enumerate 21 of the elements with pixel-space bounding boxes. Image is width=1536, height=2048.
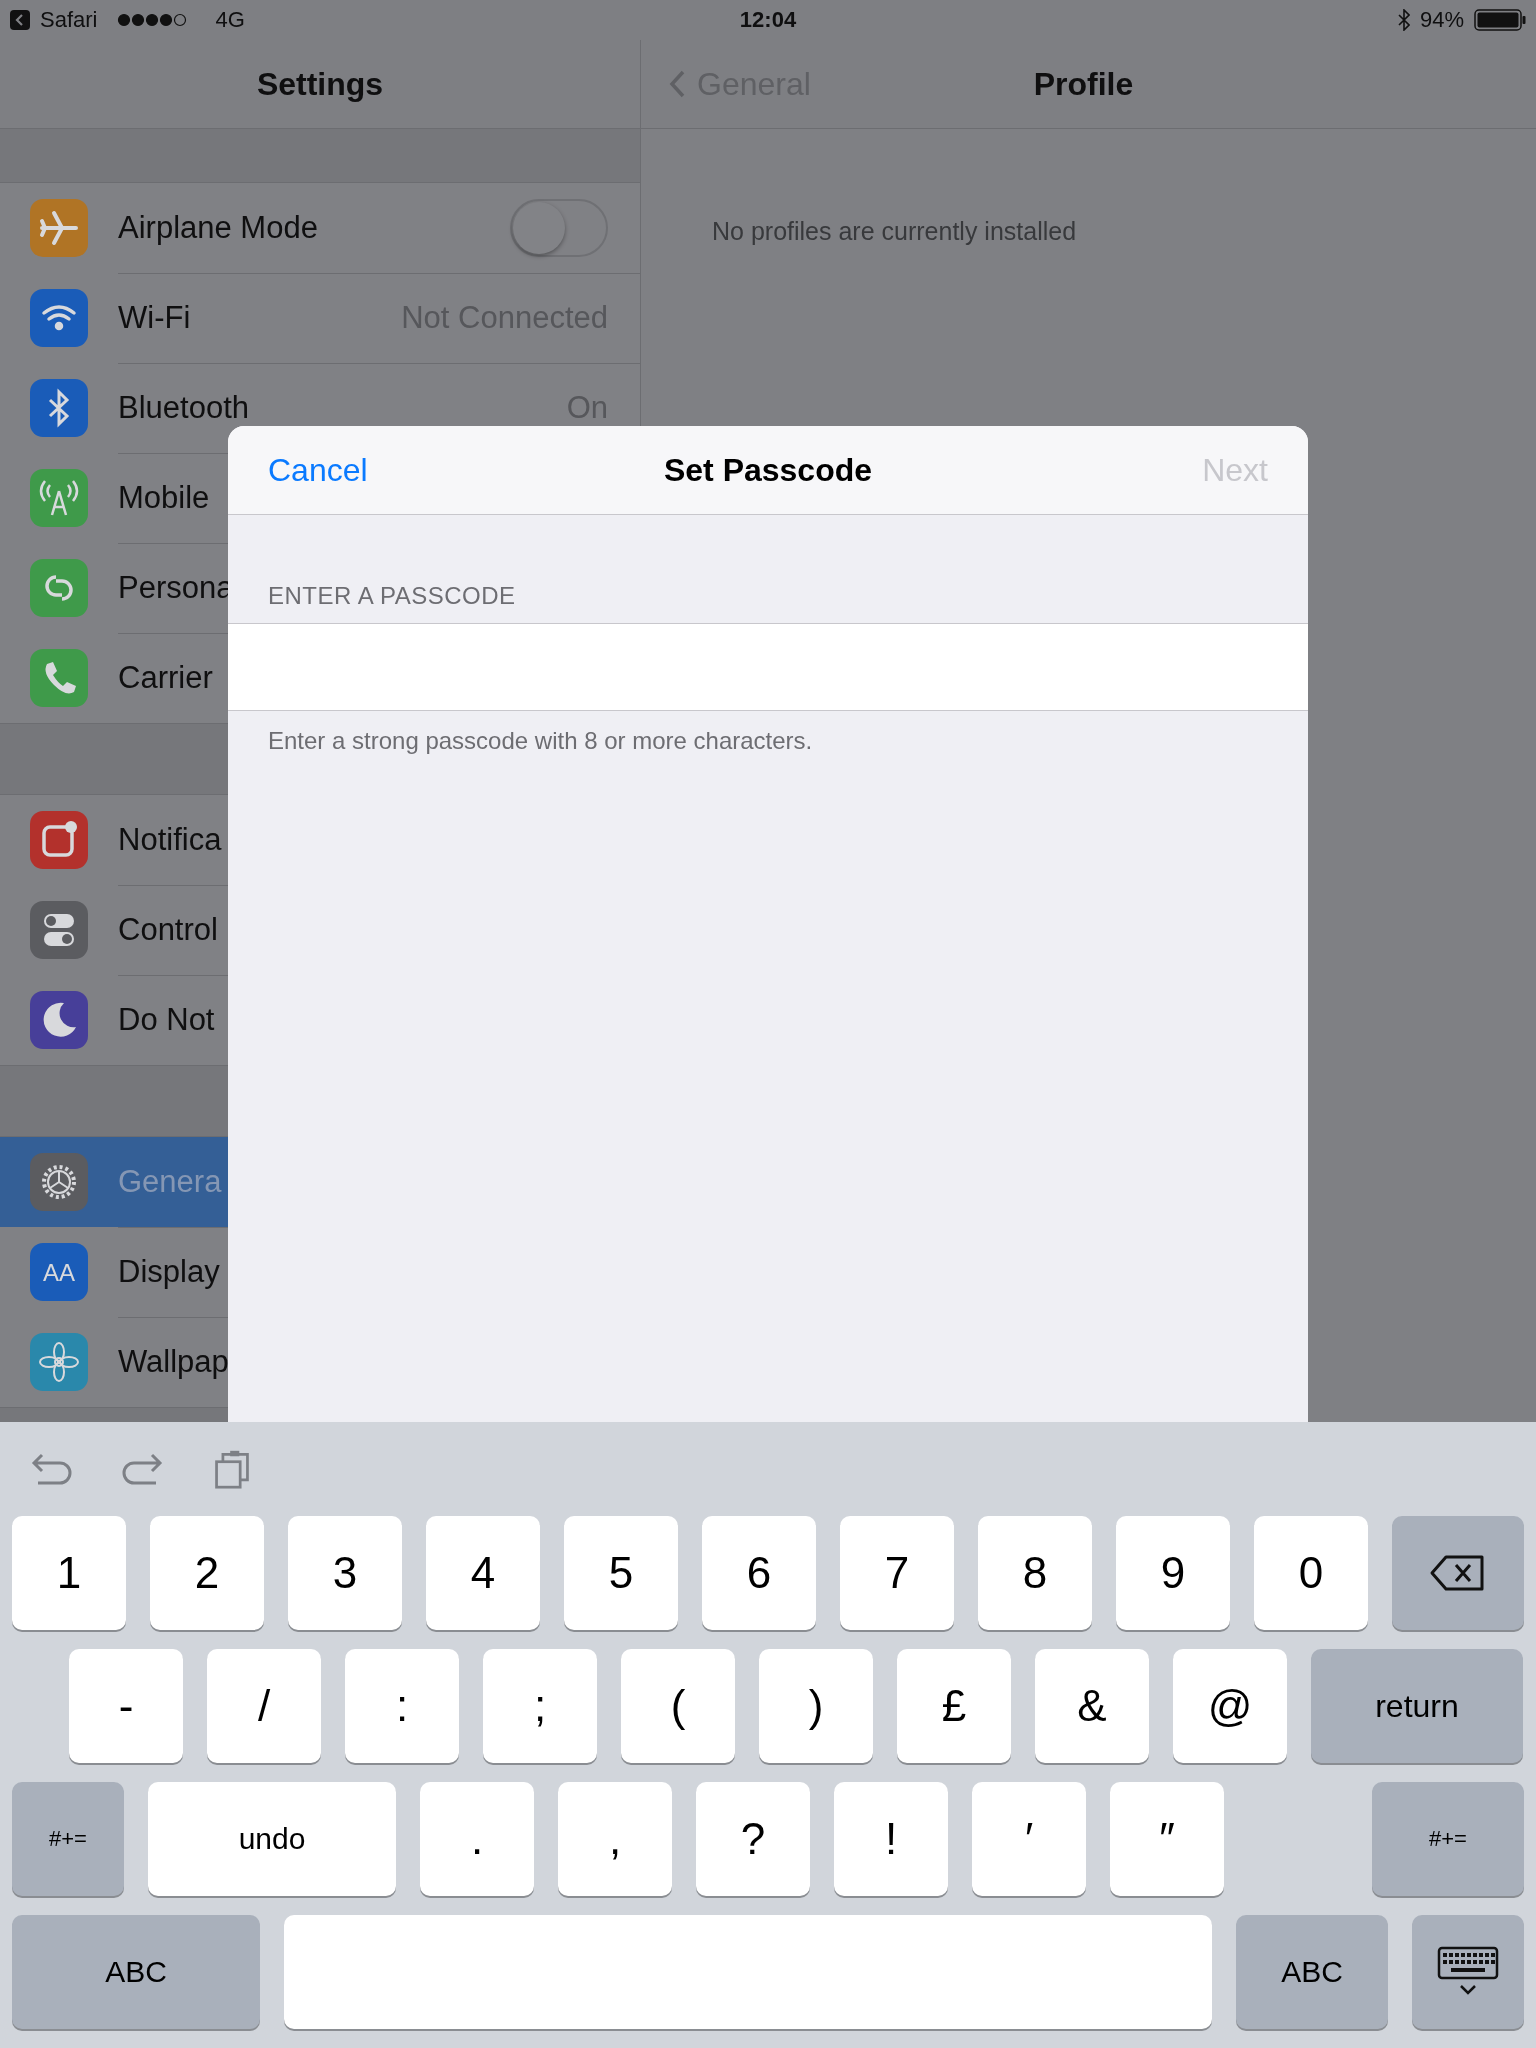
text-size-icon: AA (30, 1243, 88, 1301)
hint-text: Enter a strong passcode with 8 or more characters. (268, 727, 813, 755)
row-label: Display (118, 1253, 220, 1290)
row-label: Wi-Fi (118, 299, 191, 336)
row-label: Do Not (118, 1002, 215, 1038)
battery-percent: 94% (1419, 7, 1464, 33)
network-type: 4G (215, 7, 245, 33)
section-header: ENTER A PASSCODE (268, 582, 516, 610)
row-label: Bluetooth (118, 389, 249, 426)
row-label: Wallpap (118, 1344, 229, 1380)
page-title: Profile (1033, 65, 1134, 103)
row-label: Genera (118, 1163, 222, 1200)
row-label: Carrier (118, 660, 213, 696)
row-label: Notifica (118, 821, 222, 858)
status-time: 12:04 (739, 7, 797, 33)
sidebar-title: Settings (256, 65, 384, 103)
empty-message: No profiles are currently installed (712, 217, 1078, 246)
dialog-title: Set Passcode (663, 451, 873, 489)
row-label: Control (118, 911, 218, 948)
row-label: Airplane Mode (118, 209, 318, 246)
row-label: Mobile (118, 479, 210, 516)
